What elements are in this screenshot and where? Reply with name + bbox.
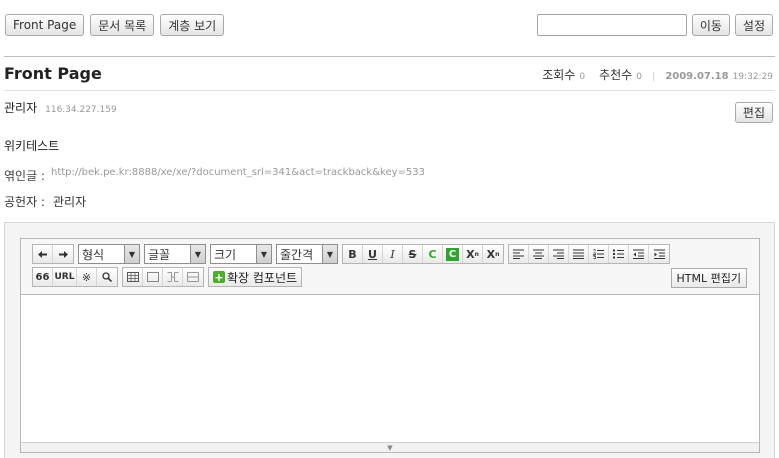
votes-count: 0 [636,72,642,82]
extension-component-button[interactable]: + 확장 컴포넌트 [208,267,303,287]
chevron-down-icon: ▼ [190,245,205,263]
superscript-button[interactable]: Xn [463,245,483,263]
resize-handle[interactable]: ▼ [21,442,759,452]
align-justify-icon[interactable] [569,245,589,263]
top-nav: Front Page 문서 목록 계층 보기 [5,14,225,36]
resize-grip-icon: ▼ [387,443,393,452]
contributors-label: 공헌자 : [4,195,45,209]
line-spacing-select-value: 줄간격 [280,247,314,262]
chevron-down-icon: ▼ [124,245,139,263]
format-select[interactable]: 형식 ▼ [78,244,140,264]
toolbar-row-1: 형식 ▼ 글꼴 ▼ 크기 ▼ 줄간격 ▼ B U I S C C X n X n [32,244,670,264]
url-button[interactable]: URL [53,268,77,286]
align-left-icon[interactable] [509,245,529,263]
strike-button[interactable]: S [403,245,423,263]
views-label: 조회수 [542,68,576,82]
views-count: 0 [579,72,586,82]
editor-toolbar: 형식 ▼ 글꼴 ▼ 크기 ▼ 줄간격 ▼ B U I S C C X n X n… [21,239,759,295]
font-select-value: 글꼴 [148,247,171,262]
indent-icon[interactable] [649,245,669,263]
chevron-down-icon: ▼ [256,245,271,263]
top-right-tools: 이동 설정 [536,14,773,36]
subscript-label: X [486,247,496,261]
line-spacing-select[interactable]: 줄간격 ▼ [276,244,338,264]
editor-content-area[interactable] [21,296,759,442]
contributor-name[interactable]: 관리자 [53,193,86,210]
votes-label: 추천수 [599,68,633,82]
outdent-icon[interactable] [629,245,649,263]
divider [4,56,775,57]
doc-list-button[interactable]: 문서 목록 [90,14,155,36]
edit-button[interactable]: 편집 [734,102,773,123]
text-style-group: B U I S C C Xn Xn [342,244,504,264]
undo-icon[interactable] [33,245,53,263]
size-select[interactable]: 크기 ▼ [210,244,272,264]
author-name[interactable]: 관리자 [4,99,37,116]
paragraph-group [508,244,670,264]
html-editor-button[interactable]: HTML 편집기 [670,268,747,288]
cell-icon[interactable] [143,268,163,286]
rich-text-editor: 형식 ▼ 글꼴 ▼ 크기 ▼ 줄간격 ▼ B U I S C C X n X n… [20,238,760,453]
trackback-url[interactable]: http://bek.pe.kr:8888/xe/xe/?document_sr… [51,167,425,184]
redo-icon[interactable] [53,245,73,263]
ordered-list-icon[interactable] [589,245,609,263]
bg-color-swatch: C [446,247,459,261]
find-icon[interactable] [97,268,117,286]
document-time: 19:32:29 [732,72,773,82]
toolbar-row-2: 66 URL ※ + 확장 컴포넌트 [32,267,303,287]
special-char-button[interactable]: ※ [77,268,97,286]
align-right-icon[interactable] [549,245,569,263]
superscript-label: X [466,247,475,261]
font-color-button[interactable]: C [423,245,443,263]
trackback-label: 엮인글 : [4,169,45,183]
document-meta: 조회수 0 추천수 0 | 2009.07.18 19:32:29 [542,66,773,83]
font-select[interactable]: 글꼴 ▼ [144,244,206,264]
italic-button[interactable]: I [383,245,403,263]
align-center-icon[interactable] [529,245,549,263]
bg-color-button[interactable]: C [443,245,463,263]
comment-editor-container: 형식 ▼ 글꼴 ▼ 크기 ▼ 줄간격 ▼ B U I S C C X n X n… [4,222,775,458]
search-input[interactable] [536,14,687,36]
split-cells-icon[interactable] [183,268,203,286]
size-select-value: 크기 [214,247,237,262]
page-title: Front Page [4,64,102,83]
meta-separator: | [651,71,656,82]
document-date: 2009.07.18 [665,71,729,82]
quote-button[interactable]: 66 [33,268,53,286]
extension-label: 확장 컴포넌트 [227,270,298,285]
hierarchy-button[interactable]: 계층 보기 [160,14,225,36]
go-button[interactable]: 이동 [691,14,730,36]
history-group [32,244,74,264]
bold-button[interactable]: B [343,245,363,263]
plus-icon: + [213,270,225,284]
trackback-row: 엮인글 : http://bek.pe.kr:8888/xe/xe/?docum… [4,167,425,184]
format-select-value: 형식 [82,247,105,262]
contributors-row: 공헌자 : 관리자 [4,193,86,210]
insert-group: 66 URL ※ [32,267,118,287]
underline-button[interactable]: U [363,245,383,263]
front-page-button[interactable]: Front Page [5,14,85,36]
unordered-list-icon[interactable] [609,245,629,263]
chevron-down-icon: ▼ [322,245,337,263]
author-row: 관리자 116.34.227.159 [4,99,117,116]
divider [4,90,775,91]
subscript-button[interactable]: Xn [483,245,503,263]
merge-cells-icon[interactable] [163,268,183,286]
table-group [122,267,204,287]
table-icon[interactable] [123,268,143,286]
document-body: 위키테스트 [4,139,60,153]
author-ip: 116.34.227.159 [45,105,117,115]
settings-button[interactable]: 설정 [734,14,773,36]
